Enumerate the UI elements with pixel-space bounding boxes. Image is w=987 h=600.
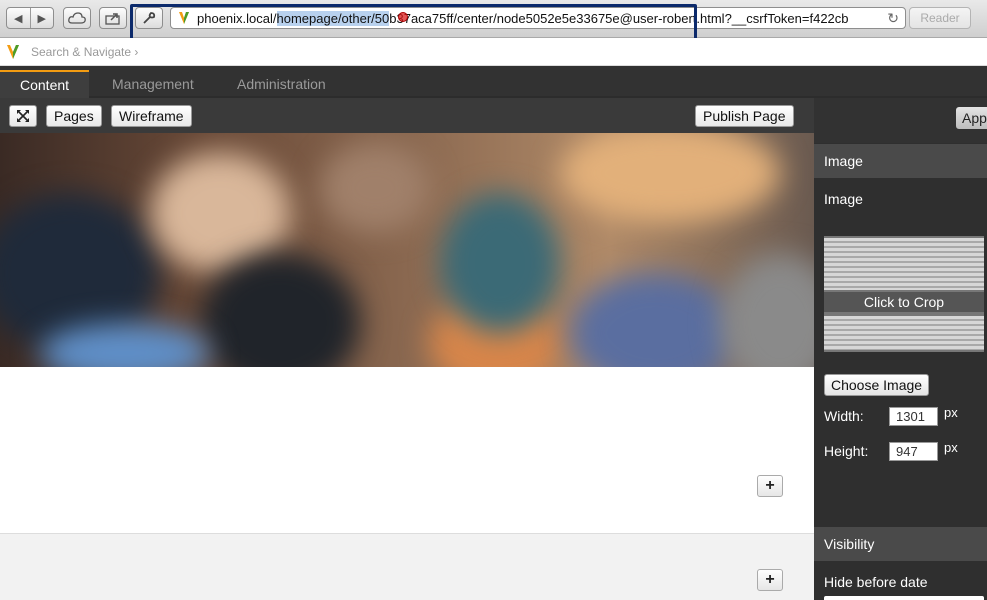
publish-page-button[interactable]: Publish Page — [695, 105, 794, 127]
content-section: + — [0, 533, 814, 600]
wireframe-button[interactable]: Wireframe — [111, 105, 192, 127]
fullscreen-icon — [17, 110, 29, 122]
chevron-right-icon: › — [134, 44, 139, 59]
cursor-marker — [398, 12, 408, 22]
image-section-header[interactable]: Image — [814, 144, 987, 178]
click-to-crop[interactable]: Click to Crop — [824, 292, 984, 312]
tab-content[interactable]: Content — [0, 70, 90, 98]
neos-top-bar: Search & Navigate › — [0, 38, 987, 66]
share-icon[interactable] — [99, 7, 127, 29]
hide-before-date-label: Hide before date — [824, 574, 928, 590]
content-toolbar: Pages Wireframe Publish Page — [0, 98, 814, 133]
inspector-panel: App Image Image Click to Crop Choose Ima… — [814, 98, 987, 600]
back-forward-buttons[interactable]: ◀ ▶ — [6, 7, 54, 29]
tab-management[interactable]: Management — [92, 70, 214, 98]
browser-toolbar: ◀ ▶ phoenix.local/homepage/other/50 b37ac… — [0, 0, 987, 38]
hero-image[interactable] — [0, 133, 814, 367]
choose-image-button[interactable]: Choose Image — [824, 374, 930, 396]
width-input[interactable]: 1301 — [889, 407, 938, 426]
module-tabs: Content Management Administration — [0, 66, 987, 98]
url-rest: b37aca75ff/center/node5052e5e33675e@user… — [389, 10, 849, 26]
wrench-icon[interactable] — [135, 7, 163, 29]
add-content-button[interactable]: + — [757, 569, 783, 591]
reload-icon[interactable]: ↻ — [887, 10, 899, 27]
neos-favicon-icon — [179, 12, 189, 24]
tab-administration[interactable]: Administration — [217, 70, 346, 98]
height-unit: px — [944, 440, 958, 455]
search-placeholder: Search & Navigate — [31, 44, 132, 59]
pages-button[interactable]: Pages — [46, 105, 102, 127]
apply-button[interactable]: App — [956, 107, 987, 129]
inspector-header: App — [814, 98, 987, 143]
image-thumbnail[interactable]: Click to Crop — [824, 236, 984, 352]
back-icon[interactable]: ◀ — [7, 12, 30, 25]
address-bar[interactable]: phoenix.local/homepage/other/50 b37aca75f… — [170, 7, 906, 29]
width-label: Width: — [824, 408, 864, 424]
image-label: Image — [824, 191, 863, 207]
reader-button[interactable]: Reader — [909, 7, 971, 29]
url-selected-text: homepage/other/50 — [276, 10, 390, 26]
visibility-section-header[interactable]: Visibility — [814, 527, 987, 561]
page-canvas: + + — [0, 133, 814, 600]
fullscreen-button[interactable] — [9, 105, 37, 127]
cloud-icon[interactable] — [63, 7, 91, 29]
search-navigate-input[interactable]: Search & Navigate › — [31, 45, 138, 59]
add-content-button[interactable]: + — [757, 475, 783, 497]
height-label: Height: — [824, 443, 869, 459]
neos-logo-icon — [7, 44, 19, 59]
height-input[interactable]: 947 — [889, 442, 938, 461]
width-unit: px — [944, 405, 958, 420]
url-host: phoenix.local/ — [197, 10, 277, 26]
forward-icon[interactable]: ▶ — [31, 12, 54, 25]
hide-before-date-input[interactable] — [824, 596, 984, 600]
